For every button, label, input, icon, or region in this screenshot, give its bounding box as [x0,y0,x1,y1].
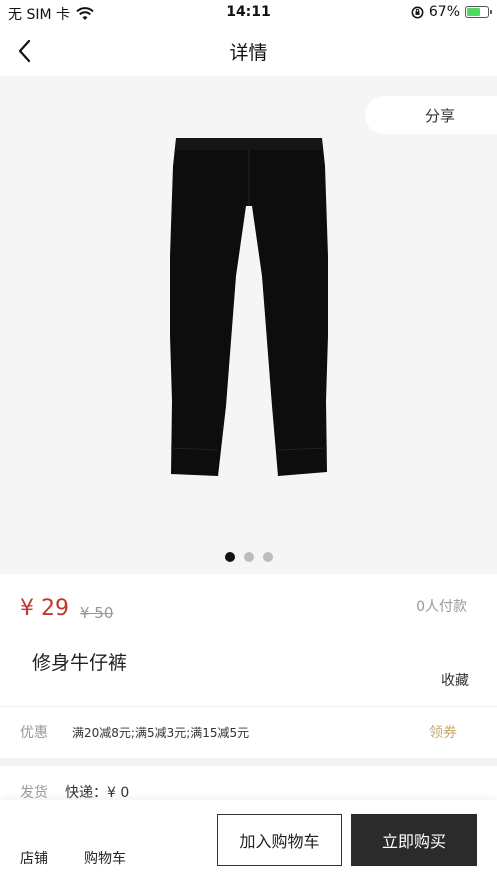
favorite-button[interactable]: 收藏 [441,670,469,690]
buy-now-label: 立即购买 [381,832,446,851]
battery-fill [467,8,481,16]
status-right: 67% [411,4,492,20]
orientation-lock-icon [411,6,424,18]
share-button[interactable]: 分享 [365,96,497,134]
battery-icon [465,6,492,18]
shipping-text: 快递：¥ 0 [65,785,130,801]
cart-button[interactable]: 购物车 [84,848,126,868]
bottom-action-bar: 店铺 购物车 加入购物车 立即购买 [0,800,497,883]
get-coupon-button[interactable]: 领券 [429,722,457,742]
carousel-dot[interactable] [262,552,273,562]
share-label: 分享 [424,106,455,125]
promo-row: 优惠 满20减8元;满5减3元;满15减5元 领券 [0,708,497,756]
page-title: 详情 [229,42,268,64]
carousel-dot[interactable] [243,552,254,562]
current-price: ¥ 29 [20,596,69,621]
original-price: ¥ 50 [80,604,114,622]
add-to-cart-label: 加入购物车 [239,832,320,851]
promo-text: 满20减8元;满5减3元;满15减5元 [72,726,250,740]
nav-bar: 详情 [0,26,497,76]
product-image [170,138,328,476]
store-button[interactable]: 店铺 [20,848,48,868]
shipping-label: 发货 [20,785,48,801]
status-bar: 无 SIM 卡 14:11 67% [0,0,497,26]
divider [0,706,497,707]
price-row: ¥ 29 ¥ 50 0人付款 [0,596,497,626]
carousel-dots [0,552,497,562]
product-gallery[interactable]: 分享 [0,76,497,574]
promo-label: 优惠 [20,725,48,741]
product-name: 修身牛仔裤 [32,652,128,674]
paid-count: 0人付款 [416,599,467,615]
carousel-dot[interactable] [224,552,235,562]
buy-now-button[interactable]: 立即购买 [351,814,477,866]
add-to-cart-button[interactable]: 加入购物车 [217,814,342,866]
section-gap [0,758,497,766]
battery-percent: 67% [428,4,460,20]
